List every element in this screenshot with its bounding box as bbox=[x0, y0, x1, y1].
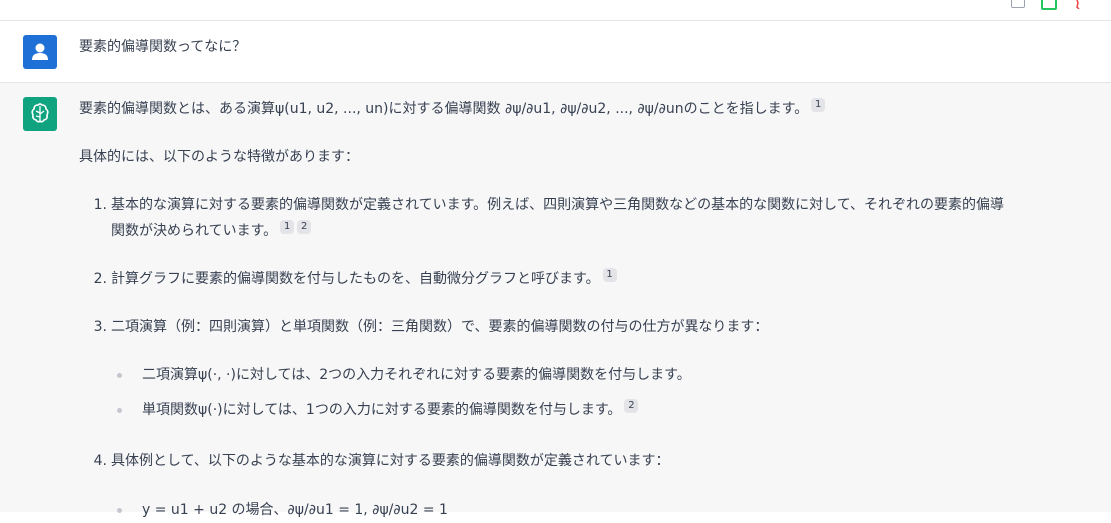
list-item-text: 計算グラフに要素的偏導関数を付与したものを、自動微分グラフと呼びます。 1 bbox=[111, 266, 1051, 292]
bullet-icon bbox=[117, 373, 122, 378]
brain-icon bbox=[31, 103, 49, 123]
intro-text: 要素的偏導関数とは、ある演算ψ(u1, u2, ..., un)に対する偏導関数… bbox=[79, 101, 809, 117]
list-number: 1. bbox=[93, 197, 107, 213]
citation-badge[interactable]: 2 bbox=[624, 399, 639, 413]
sub-list-item-text: 単項関数ψ(·)に対しては、1つの入力に対する要素的偏導関数を付与します。 2 bbox=[142, 397, 639, 423]
assistant-avatar bbox=[23, 97, 57, 131]
bullet-icon bbox=[117, 508, 122, 513]
list-item-text: 基本的な演算に対する要素的偏導関数が定義されています。例えば、四則演算や三角関数… bbox=[111, 192, 1051, 244]
features-lead: 具体的には、以下のような特徴があります： bbox=[79, 149, 359, 165]
list-item-line-cont: 関数が決められています。 1 2 bbox=[111, 218, 1051, 244]
list-item-text: 具体例として、以下のような基本的な演算に対する要素的偏導関数が定義されています： bbox=[111, 453, 670, 469]
list-number: 2. bbox=[93, 271, 107, 287]
user-icon bbox=[32, 43, 48, 60]
list-item-line: 関数が決められています。 bbox=[111, 223, 278, 239]
citation-badge[interactable]: 1 bbox=[811, 98, 826, 112]
sub-list-item-line: 単項関数ψ(·)に対しては、1つの入力に対する要素的偏導関数を付与します。 bbox=[142, 402, 622, 418]
thumbs-up-icon[interactable] bbox=[1041, 0, 1057, 10]
user-question: 要素的偏導関数ってなに？ bbox=[79, 39, 247, 55]
intro-paragraph: 要素的偏導関数とは、ある演算ψ(u1, u2, ..., un)に対する偏導関数… bbox=[79, 96, 826, 122]
citation-badge[interactable]: 1 bbox=[602, 268, 617, 282]
assistant-message: 要素的偏導関数とは、ある演算ψ(u1, u2, ..., un)に対する偏導関数… bbox=[0, 83, 1111, 518]
list-item-text: 二項演算（例：四則演算）と単項関数（例：三角関数）で、要素的偏導関数の付与の仕方… bbox=[111, 319, 769, 335]
sub-list-item-text: 二項演算ψ(·, ·)に対しては、2つの入力それぞれに対する要素的偏導関数を付与… bbox=[142, 367, 691, 383]
copy-icon[interactable] bbox=[1011, 0, 1025, 8]
user-avatar bbox=[23, 35, 57, 69]
list-item-line: 計算グラフに要素的偏導関数を付与したものを、自動微分グラフと呼びます。 bbox=[111, 271, 600, 287]
user-message: 要素的偏導関数ってなに？ bbox=[0, 21, 1111, 83]
list-number: 3. bbox=[93, 319, 107, 335]
list-number: 4. bbox=[93, 453, 107, 469]
sub-list-item-text: y = u1 + u2 の場合、∂ψ/∂u1 = 1, ∂ψ/∂u2 = 1 bbox=[142, 502, 448, 518]
bullet-icon bbox=[117, 408, 122, 413]
previous-message-bottom-bar bbox=[0, 0, 1111, 21]
citation-badge[interactable]: 2 bbox=[297, 220, 312, 234]
thumbs-down-icon[interactable] bbox=[1073, 0, 1085, 10]
citation-badge[interactable]: 1 bbox=[280, 220, 295, 234]
list-item-line: 基本的な演算に対する要素的偏導関数が定義されています。例えば、四則演算や三角関数… bbox=[111, 197, 1005, 213]
